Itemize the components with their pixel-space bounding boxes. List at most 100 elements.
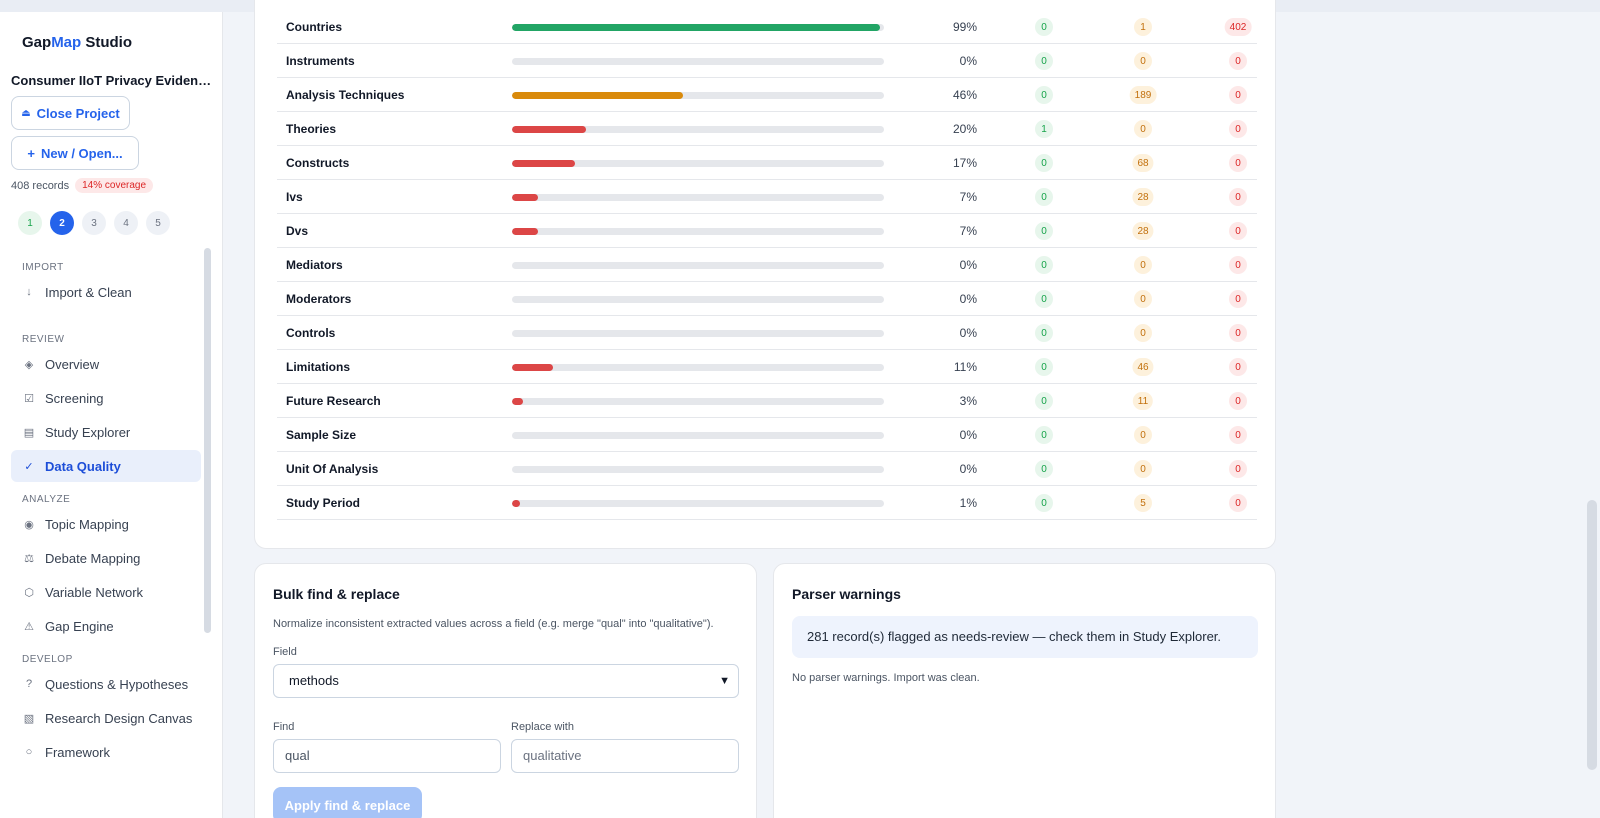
ok-count-pill[interactable]: 0 <box>1035 324 1053 342</box>
field-name: Analysis Techniques <box>286 88 405 102</box>
find-input[interactable]: qual <box>273 739 501 773</box>
records-count: 408 records <box>11 179 70 192</box>
step-3[interactable]: 3 <box>82 211 106 235</box>
ok-count-pill[interactable]: 1 <box>1035 120 1053 138</box>
section-import: IMPORT <box>22 262 64 273</box>
coverage-bar <box>512 194 884 201</box>
coverage-percent: 0% <box>959 462 977 476</box>
warning-count-pill[interactable]: 11 <box>1132 392 1154 410</box>
warning-count-pill[interactable]: 1 <box>1134 18 1152 36</box>
coverage-badge: 14% coverage <box>75 178 154 193</box>
ok-count-pill[interactable]: 0 <box>1035 426 1053 444</box>
sidebar-item-screening[interactable]: ☑ Screening <box>11 382 201 414</box>
warning-count-pill[interactable]: 0 <box>1134 460 1152 478</box>
error-count-pill[interactable]: 0 <box>1229 154 1247 172</box>
warning-count-pill[interactable]: 28 <box>1132 188 1154 206</box>
error-count-pill[interactable]: 0 <box>1229 460 1247 478</box>
step-1[interactable]: 1 <box>18 211 42 235</box>
field-row: Limitations 11% 0 46 0 <box>277 350 1257 384</box>
sidebar-item-gap-engine[interactable]: ⚠ Gap Engine <box>11 610 201 642</box>
error-count-pill[interactable]: 0 <box>1229 256 1247 274</box>
warning-count-pill[interactable]: 189 <box>1129 86 1157 104</box>
error-count-pill[interactable]: 0 <box>1229 52 1247 70</box>
coverage-percent: 0% <box>959 326 977 340</box>
coverage-bar <box>512 92 884 99</box>
warning-count-pill[interactable]: 46 <box>1132 358 1154 376</box>
ok-count-pill[interactable]: 0 <box>1035 392 1053 410</box>
field-name: Theories <box>286 122 337 136</box>
sidebar-item-label: Research Design Canvas <box>45 710 193 726</box>
error-count-pill[interactable]: 402 <box>1224 18 1252 36</box>
ok-count-pill[interactable]: 0 <box>1035 460 1053 478</box>
warning-count-pill[interactable]: 0 <box>1134 256 1152 274</box>
error-count-pill[interactable]: 0 <box>1229 426 1247 444</box>
sidebar-item-framework[interactable]: ○ Framework <box>11 736 201 768</box>
sidebar-item-overview[interactable]: ◈ Overview <box>11 348 201 380</box>
error-count-pill[interactable]: 0 <box>1229 392 1247 410</box>
ok-count-pill[interactable]: 0 <box>1035 86 1053 104</box>
ok-count-pill[interactable]: 0 <box>1035 358 1053 376</box>
project-meta: 408 records 14% coverage <box>11 178 154 193</box>
field-coverage-panel: Countries 99% 0 1 402 Instruments 0% 0 0 0 Analysi… <box>254 0 1276 549</box>
field-select[interactable]: methods ▼ <box>273 664 739 698</box>
error-count-pill[interactable]: 0 <box>1229 358 1247 376</box>
eject-icon: ⏏ <box>21 107 31 119</box>
apply-find-replace-button[interactable]: Apply find & replace <box>273 787 422 818</box>
replace-input[interactable]: qualitative <box>511 739 739 773</box>
sidebar-scrollbar[interactable] <box>204 248 211 633</box>
warning-count-pill[interactable]: 5 <box>1134 494 1152 512</box>
error-count-pill[interactable]: 0 <box>1229 188 1247 206</box>
error-count-pill[interactable]: 0 <box>1229 494 1247 512</box>
warning-count-pill[interactable]: 0 <box>1134 120 1152 138</box>
sidebar-nav: IMPORT ↓ Import & Clean REVIEW ◈ Overvie… <box>11 260 201 770</box>
close-project-label: Close Project <box>36 105 120 121</box>
coverage-percent: 7% <box>959 224 977 238</box>
warning-count-pill[interactable]: 0 <box>1134 290 1152 308</box>
ok-count-pill[interactable]: 0 <box>1035 52 1053 70</box>
ok-count-pill[interactable]: 0 <box>1035 494 1053 512</box>
ok-count-pill[interactable]: 0 <box>1035 188 1053 206</box>
error-count-pill[interactable]: 0 <box>1229 86 1247 104</box>
ok-count-pill[interactable]: 0 <box>1035 290 1053 308</box>
close-project-button[interactable]: ⏏ Close Project <box>11 96 130 130</box>
sidebar-item-research-design-canvas[interactable]: ▧ Research Design Canvas <box>11 702 201 734</box>
sidebar-item-variable-network[interactable]: ⬡ Variable Network <box>11 576 201 608</box>
ok-count-pill[interactable]: 0 <box>1035 222 1053 240</box>
sidebar-item-data-quality[interactable]: ✓ Data Quality <box>11 450 201 482</box>
warning-count-pill[interactable]: 0 <box>1134 324 1152 342</box>
error-count-pill[interactable]: 0 <box>1229 324 1247 342</box>
circle-icon: ○ <box>25 746 33 758</box>
step-2[interactable]: 2 <box>50 211 74 235</box>
field-name: Dvs <box>286 224 309 238</box>
step-4[interactable]: 4 <box>114 211 138 235</box>
field-name: Constructs <box>286 156 350 170</box>
warning-count-pill[interactable]: 68 <box>1132 154 1154 172</box>
sidebar-item-study-explorer[interactable]: ▤ Study Explorer <box>11 416 201 448</box>
coverage-percent: 7% <box>959 190 977 204</box>
sidebar-item-import-clean[interactable]: ↓ Import & Clean <box>11 276 201 308</box>
coverage-bar <box>512 24 884 31</box>
error-count-pill[interactable]: 0 <box>1229 120 1247 138</box>
field-name: Sample Size <box>286 428 357 442</box>
field-row: Theories 20% 1 0 0 <box>277 112 1257 146</box>
ok-count-pill[interactable]: 0 <box>1035 18 1053 36</box>
sidebar-item-topic-mapping[interactable]: ◉ Topic Mapping <box>11 508 201 540</box>
error-count-pill[interactable]: 0 <box>1229 222 1247 240</box>
warning-count-pill[interactable]: 0 <box>1134 52 1152 70</box>
coverage-bar <box>512 126 884 133</box>
coverage-bar <box>512 466 884 473</box>
step-5[interactable]: 5 <box>146 211 170 235</box>
new-open-button[interactable]: + New / Open... <box>11 136 139 170</box>
main-scrollbar[interactable] <box>1587 500 1597 770</box>
coverage-percent: 0% <box>959 428 977 442</box>
warning-count-pill[interactable]: 28 <box>1132 222 1154 240</box>
coverage-percent: 20% <box>952 122 977 136</box>
coverage-bar-fill <box>512 500 521 507</box>
error-count-pill[interactable]: 0 <box>1229 290 1247 308</box>
sidebar-item-questions-hypotheses[interactable]: ? Questions & Hypotheses <box>11 668 201 700</box>
ok-count-pill[interactable]: 0 <box>1035 256 1053 274</box>
warning-count-pill[interactable]: 0 <box>1134 426 1152 444</box>
ok-count-pill[interactable]: 0 <box>1035 154 1053 172</box>
sidebar-item-debate-mapping[interactable]: ⚖ Debate Mapping <box>11 542 201 574</box>
field-row: Ivs 7% 0 28 0 <box>277 180 1257 214</box>
